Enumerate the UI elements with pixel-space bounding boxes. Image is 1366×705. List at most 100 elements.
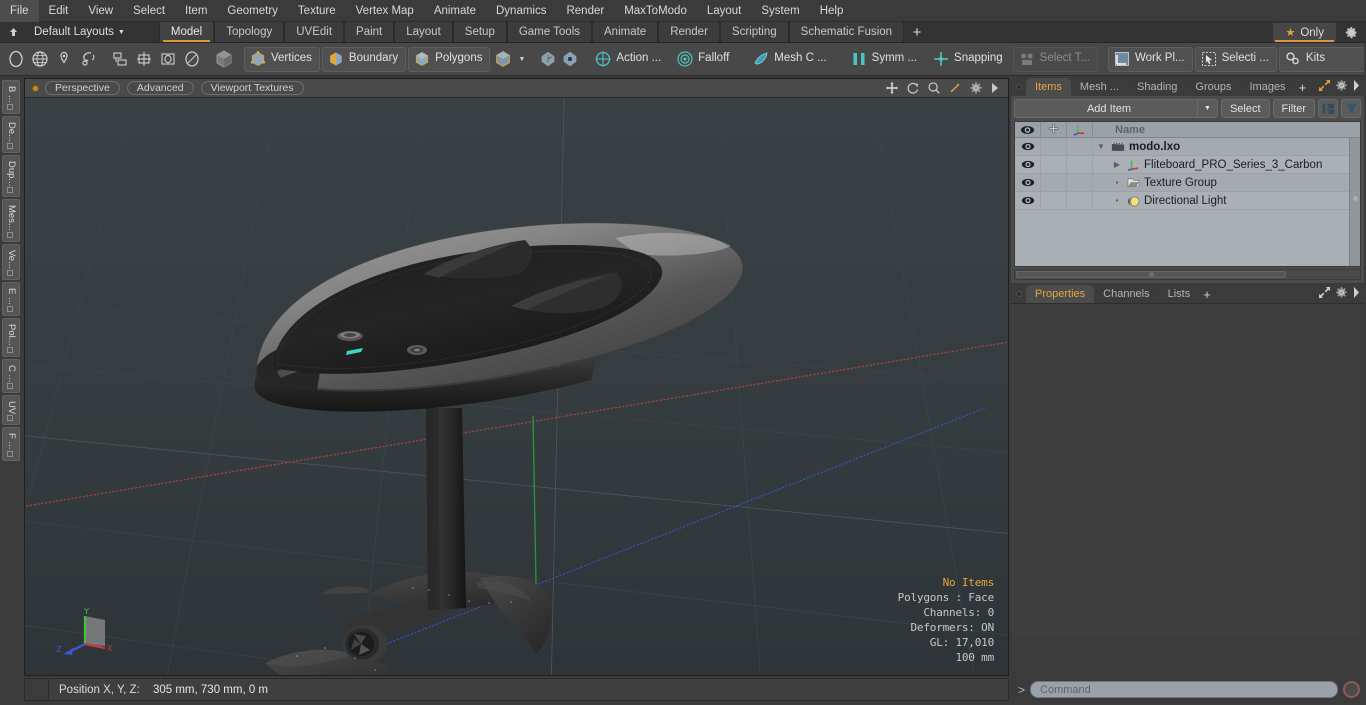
layout-tab-scripting[interactable]: Scripting xyxy=(719,22,789,42)
lock-icon[interactable] xyxy=(1041,122,1067,138)
circle-icon[interactable] xyxy=(180,47,204,71)
add-panel-tab-button[interactable]: + xyxy=(1295,78,1311,96)
menu-item-maxtomodo[interactable]: MaxToModo xyxy=(614,0,697,22)
menu-item-render[interactable]: Render xyxy=(556,0,614,22)
chevron-right-icon[interactable] xyxy=(990,82,1000,94)
left-tool-tab-3[interactable]: Mes... xyxy=(2,199,20,243)
center-icon[interactable] xyxy=(132,47,156,71)
mesh-constraint-button[interactable]: Mesh C ... xyxy=(747,47,834,72)
menu-item-select[interactable]: Select xyxy=(123,0,175,22)
layout-tab-schematic-fusion[interactable]: Schematic Fusion xyxy=(788,22,905,42)
viewport-canvas[interactable]: Y X Z No Items Polygons : Face Channels:… xyxy=(25,98,1008,675)
properties-tab-channels[interactable]: Channels xyxy=(1094,285,1159,303)
panel-tab-shading[interactable]: Shading xyxy=(1128,78,1187,96)
layout-tab-topology[interactable]: Topology xyxy=(214,22,285,42)
left-tool-tab-7[interactable]: C ... xyxy=(2,358,20,394)
viewport-3d[interactable]: Perspective Advanced Viewport Textures Y… xyxy=(24,78,1009,676)
row-visibility-toggle[interactable] xyxy=(1015,137,1041,156)
item-list-vertical-scrollbar[interactable] xyxy=(1349,138,1360,266)
item-mode-icon[interactable] xyxy=(212,47,236,71)
layout-tab-render[interactable]: Render xyxy=(658,22,720,42)
square-icon[interactable] xyxy=(156,47,180,71)
menu-item-texture[interactable]: Texture xyxy=(288,0,346,22)
layout-settings-gear-icon[interactable] xyxy=(1338,22,1364,42)
axis-icon[interactable] xyxy=(1067,122,1093,138)
layout-tab-layout[interactable]: Layout xyxy=(394,22,453,42)
work-plane-button[interactable]: Work Pl... xyxy=(1107,46,1193,72)
menu-item-vertex-map[interactable]: Vertex Map xyxy=(346,0,424,22)
row-lock-toggle[interactable] xyxy=(1041,155,1067,174)
home-icon[interactable] xyxy=(0,22,26,42)
symmetry-button[interactable]: Symm ... xyxy=(845,47,925,72)
menu-item-animate[interactable]: Animate xyxy=(424,0,486,22)
menu-item-file[interactable]: File xyxy=(0,0,39,22)
add-properties-tab-button[interactable]: + xyxy=(1199,285,1215,303)
layout-tab-setup[interactable]: Setup xyxy=(452,22,507,42)
item-row[interactable]: ▶ Fliteboard_PRO_Series_3_Carbon xyxy=(1015,155,1360,174)
action-center-button[interactable]: Action ... xyxy=(589,47,669,72)
expand-properties-icon[interactable] xyxy=(1318,286,1331,302)
select-through-button[interactable]: Select T... xyxy=(1012,46,1098,72)
record-icon[interactable] xyxy=(1343,681,1360,698)
fit-icon[interactable] xyxy=(948,81,962,95)
properties-tab-properties[interactable]: Properties xyxy=(1026,285,1095,303)
axis-gizmo[interactable]: Y X Z xyxy=(53,604,119,660)
left-tool-tab-4[interactable]: Ve... xyxy=(2,244,20,281)
expand-panel-icon[interactable] xyxy=(1318,79,1331,95)
boundary-mode-button[interactable]: Boundary xyxy=(321,46,407,72)
expand-toggle-icon[interactable]: ▶ xyxy=(1111,160,1123,169)
zoom-icon[interactable] xyxy=(927,81,941,95)
vertices-mode-button[interactable]: Vertices xyxy=(244,46,320,72)
sphere-falloff-icon[interactable] xyxy=(4,47,28,71)
panel-tab-images[interactable]: Images xyxy=(1240,78,1295,96)
viewport-projection-dropdown[interactable]: Perspective xyxy=(45,81,120,95)
layout-tab-model[interactable]: Model xyxy=(158,22,215,42)
select-button[interactable]: Select xyxy=(1220,99,1270,118)
menu-item-dynamics[interactable]: Dynamics xyxy=(486,0,556,22)
item-row[interactable]: ▼ modo.lxo xyxy=(1015,137,1360,156)
panel-chevron-right-icon[interactable] xyxy=(1352,80,1361,94)
viewport-shading-dropdown[interactable]: Advanced xyxy=(126,81,194,95)
add-layout-tab-button[interactable]: + xyxy=(904,22,930,42)
row-transform-toggle[interactable] xyxy=(1067,137,1093,156)
add-item-button[interactable]: Add Item ▼ xyxy=(1014,99,1218,118)
panel-menu-dot-icon[interactable] xyxy=(1011,78,1026,96)
dropper-icon[interactable] xyxy=(52,47,76,71)
menu-item-item[interactable]: Item xyxy=(175,0,217,22)
left-tool-tab-9[interactable]: F ... xyxy=(2,427,20,461)
selection-sets-button[interactable]: Selecti ... xyxy=(1194,46,1277,72)
viewport-textures-dropdown[interactable]: Viewport Textures xyxy=(200,81,304,95)
properties-menu-dot-icon[interactable] xyxy=(1011,285,1026,303)
action-center-auto-icon[interactable] xyxy=(537,47,559,71)
list-options-icon[interactable] xyxy=(1318,99,1338,118)
row-lock-toggle[interactable] xyxy=(1041,137,1067,156)
copy-icon[interactable] xyxy=(108,47,132,71)
scrollbar-thumb[interactable] xyxy=(1016,271,1286,278)
polygons-mode-button[interactable]: Polygons xyxy=(408,46,491,72)
row-visibility-toggle[interactable] xyxy=(1015,155,1041,174)
row-transform-toggle[interactable] xyxy=(1067,155,1093,174)
component-mode-chevron-down-icon[interactable]: ▼ xyxy=(518,56,525,63)
left-tool-tab-8[interactable]: UV xyxy=(2,395,20,426)
item-tree-list[interactable]: Name ▼ modo.lxo ▶ Fliteboard_PRO_Series_3_C… xyxy=(1014,121,1361,267)
properties-tab-lists[interactable]: Lists xyxy=(1158,285,1200,303)
left-tool-tab-2[interactable]: Dup... xyxy=(2,154,20,198)
item-row[interactable]: ▪ Directional Light xyxy=(1015,191,1360,210)
row-transform-toggle[interactable] xyxy=(1067,191,1093,210)
gear-icon[interactable] xyxy=(969,81,983,95)
menu-item-help[interactable]: Help xyxy=(810,0,854,22)
component-mode-icon[interactable] xyxy=(492,47,514,71)
snapping-button[interactable]: Snapping xyxy=(927,47,1011,72)
panel-tab-items[interactable]: Items xyxy=(1026,78,1071,96)
properties-chevron-right-icon[interactable] xyxy=(1352,287,1361,301)
row-visibility-toggle[interactable] xyxy=(1015,173,1041,192)
layout-tab-animate[interactable]: Animate xyxy=(592,22,659,42)
lasso-icon[interactable] xyxy=(76,47,100,71)
layout-tab-game-tools[interactable]: Game Tools xyxy=(506,22,592,42)
command-input[interactable]: Command xyxy=(1030,681,1338,698)
properties-gear-icon[interactable] xyxy=(1335,286,1348,302)
action-center-element-icon[interactable] xyxy=(559,47,581,71)
left-tool-tab-1[interactable]: De... xyxy=(2,115,20,153)
row-visibility-toggle[interactable] xyxy=(1015,191,1041,210)
item-list-horizontal-scrollbar[interactable] xyxy=(1014,269,1361,280)
